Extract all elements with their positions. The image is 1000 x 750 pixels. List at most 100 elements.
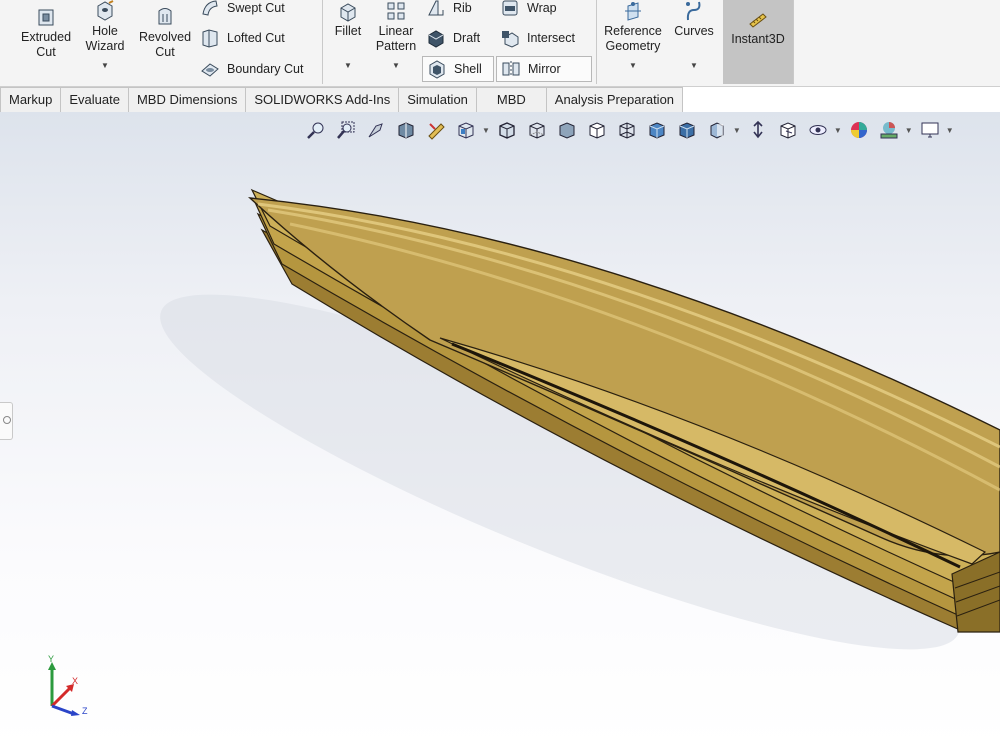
view-settings-button[interactable] xyxy=(919,119,941,141)
boundary-cut-icon xyxy=(201,63,219,77)
view-settings-dropdown-icon[interactable]: ▼ xyxy=(946,126,954,135)
mirror-icon xyxy=(502,61,520,77)
ribbon-separator xyxy=(596,0,597,84)
zoom-to-fit-button[interactable] xyxy=(305,119,327,141)
wireframe-icon xyxy=(619,122,635,139)
lofted-cut-label: Lofted Cut xyxy=(227,31,285,45)
hole-wizard-button[interactable]: Hole Wizard ▼ xyxy=(78,0,132,73)
shaded-cube-icon xyxy=(679,122,695,139)
triad-y-label: Y xyxy=(48,654,54,664)
curves-dropdown-icon[interactable]: ▼ xyxy=(670,58,718,73)
revolved-cut-button[interactable]: Revolved Cut xyxy=(134,6,196,60)
instant3d-label: Instant3D xyxy=(731,32,785,46)
display-style-shaded-edges-button[interactable] xyxy=(496,119,518,141)
boat-hull-model[interactable] xyxy=(0,112,1000,750)
hide-show-dropdown-icon[interactable]: ▼ xyxy=(834,126,842,135)
tab-solidworks-add-ins[interactable]: SOLIDWORKS Add-Ins xyxy=(246,87,400,113)
hide-show-eye-button[interactable] xyxy=(807,119,829,141)
lofted-cut-icon xyxy=(202,29,218,48)
command-manager-tabs: Markup Evaluate MBD Dimensions SOLIDWORK… xyxy=(0,87,684,113)
eye-icon xyxy=(809,125,827,135)
lofted-cut-button[interactable]: Lofted Cut xyxy=(200,27,285,49)
shaded-with-edges-icon xyxy=(499,122,515,139)
view-orientation-button[interactable] xyxy=(455,119,477,141)
display-style-icon xyxy=(710,122,724,139)
zoom-to-area-button[interactable] xyxy=(335,119,357,141)
feature-manager-collapse-handle[interactable] xyxy=(0,402,13,440)
mirror-label: Mirror xyxy=(528,62,561,76)
instant3d-button[interactable]: Instant3D xyxy=(723,0,793,84)
tab-simulation[interactable]: Simulation xyxy=(399,87,477,113)
tab-markup[interactable]: Markup xyxy=(0,87,62,113)
draft-icon xyxy=(428,30,444,48)
intersect-label: Intersect xyxy=(527,31,575,45)
section-view-button[interactable] xyxy=(395,119,417,141)
curves-icon xyxy=(686,1,701,21)
display-style-hidden-lines-removed-button[interactable] xyxy=(586,119,608,141)
extruded-cut-button[interactable]: Extruded Cut xyxy=(14,6,78,60)
draft-button[interactable]: Draft xyxy=(426,27,480,49)
previous-view-button[interactable] xyxy=(365,119,387,141)
shell-icon xyxy=(429,60,445,79)
scene-dropdown-icon[interactable]: ▼ xyxy=(905,126,913,135)
display-style-wireframe-button[interactable] xyxy=(616,119,638,141)
zoom-to-fit-icon xyxy=(307,122,324,139)
edit-appearance-button[interactable] xyxy=(777,119,799,141)
boundary-cut-label: Boundary Cut xyxy=(227,62,304,76)
rib-button[interactable]: Rib xyxy=(426,0,472,19)
wrap-label: Wrap xyxy=(527,1,557,15)
swept-cut-button[interactable]: Swept Cut xyxy=(200,0,285,19)
rib-label: Rib xyxy=(453,1,472,15)
previous-view-icon xyxy=(368,123,383,138)
hidden-lines-visible-icon xyxy=(529,122,545,139)
hide-show-items-button[interactable] xyxy=(747,119,769,141)
revolved-cut-icon xyxy=(158,8,172,25)
heads-up-view-toolbar: ▼ ▼ ▼ ▼ ▼ xyxy=(305,118,960,142)
shell-button[interactable]: Shell xyxy=(422,56,494,82)
reference-geometry-label: Reference Geometry xyxy=(604,24,662,53)
curves-label: Curves xyxy=(674,24,714,38)
view-orientation-icon xyxy=(458,122,474,139)
shaded-cube-2-button[interactable] xyxy=(676,119,698,141)
draft-label: Draft xyxy=(453,31,481,45)
boundary-cut-button[interactable]: Boundary Cut xyxy=(200,58,303,80)
extruded-cut-icon xyxy=(38,9,54,26)
command-manager-ribbon: Extruded Cut Hole Wizard ▼ Revolved Cut … xyxy=(0,0,1000,87)
display-style-shaded-button[interactable] xyxy=(556,119,578,141)
intersect-button[interactable]: Intersect xyxy=(500,27,575,49)
reference-geometry-button[interactable]: Reference Geometry ▼ xyxy=(600,0,666,73)
mirror-button[interactable]: Mirror xyxy=(496,56,592,82)
reference-geometry-dropdown-icon[interactable]: ▼ xyxy=(600,58,666,73)
zoom-to-area-icon xyxy=(337,121,355,139)
reference-geometry-icon xyxy=(625,2,641,21)
tab-analysis-preparation[interactable]: Analysis Preparation xyxy=(546,87,684,113)
apply-scene-button[interactable] xyxy=(848,119,870,141)
edit-appearance-cube-icon xyxy=(780,122,796,139)
hole-wizard-label: Hole Wizard xyxy=(85,24,125,53)
linear-pattern-dropdown-icon[interactable]: ▼ xyxy=(370,58,422,73)
view-orientation-dropdown-icon[interactable]: ▼ xyxy=(482,126,490,135)
fillet-button[interactable]: Fillet ▼ xyxy=(330,0,366,73)
hole-wizard-dropdown-icon[interactable]: ▼ xyxy=(78,58,132,73)
curves-button[interactable]: Curves ▼ xyxy=(670,0,718,73)
scene-button[interactable] xyxy=(878,119,900,141)
scene-icon xyxy=(880,122,898,139)
shell-label: Shell xyxy=(454,62,482,76)
linear-pattern-button[interactable]: Linear Pattern ▼ xyxy=(370,0,422,73)
linear-pattern-label: Linear Pattern xyxy=(375,24,417,53)
dynamic-annotation-views-button[interactable] xyxy=(425,119,447,141)
shaded-cube-button[interactable] xyxy=(646,119,668,141)
wrap-button[interactable]: Wrap xyxy=(500,0,557,19)
monitor-icon xyxy=(921,122,939,138)
display-style-button[interactable] xyxy=(706,119,728,141)
extruded-cut-label: Extruded Cut xyxy=(20,30,72,59)
hidden-lines-removed-icon xyxy=(589,122,605,139)
fillet-icon xyxy=(340,3,356,22)
tab-mbd[interactable]: MBD xyxy=(476,87,547,113)
display-style-hidden-lines-visible-button[interactable] xyxy=(526,119,548,141)
tab-mbd-dimensions[interactable]: MBD Dimensions xyxy=(128,87,247,113)
fillet-dropdown-icon[interactable]: ▼ xyxy=(330,58,366,73)
tab-evaluate[interactable]: Evaluate xyxy=(61,87,129,113)
display-style-dropdown-icon[interactable]: ▼ xyxy=(733,126,741,135)
graphics-area[interactable]: ▼ ▼ ▼ ▼ ▼ Y X Z xyxy=(0,112,1000,750)
